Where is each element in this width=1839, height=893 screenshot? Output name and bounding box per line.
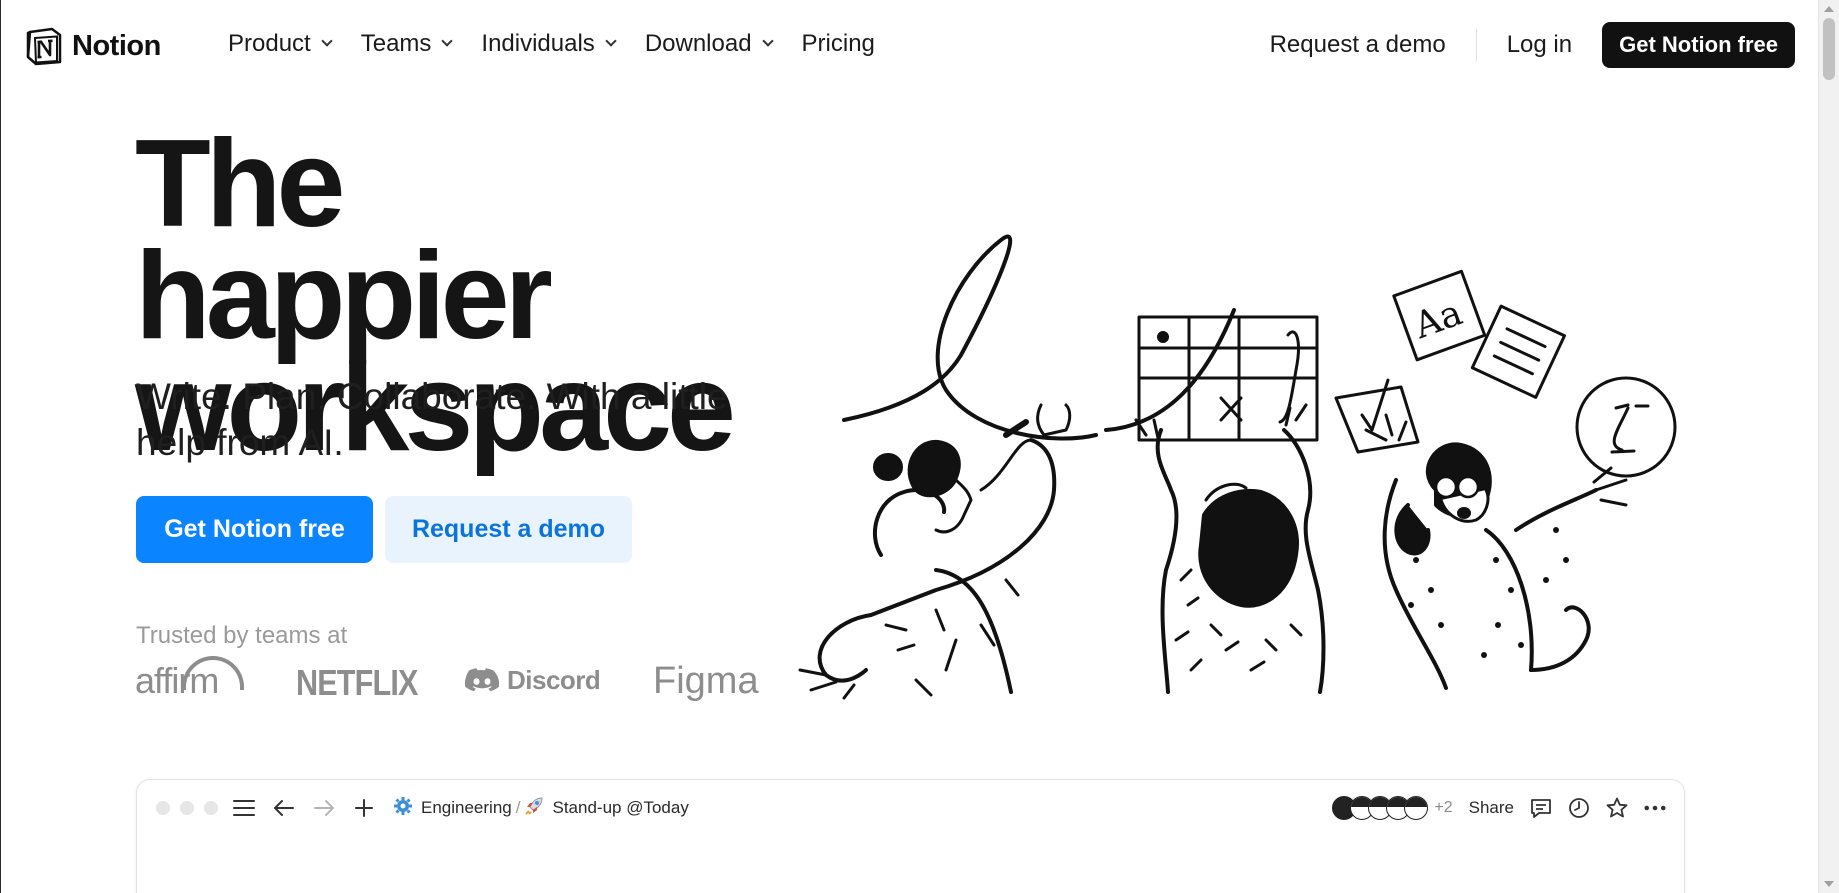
main-nav-links: Product Teams Individuals Download Prici… <box>228 30 905 58</box>
window-close-dot <box>156 801 170 815</box>
login-link[interactable]: Log in <box>1507 31 1572 59</box>
chevron-down-icon <box>441 35 454 47</box>
app-preview-window: Engineering / Stand-up @Today +2 Share <box>136 779 1685 893</box>
request-demo-link[interactable]: Request a demo <box>1270 31 1476 59</box>
trusted-by-label: Trusted by teams at <box>136 622 348 649</box>
nav-product[interactable]: Product <box>228 30 333 58</box>
notion-logo[interactable]: Notion <box>24 25 161 67</box>
discord-logo: Discord <box>465 665 601 696</box>
hero-illustration: Aa <box>796 230 1686 705</box>
page: Notion Product Teams Individuals Downloa… <box>0 0 1818 893</box>
face-circle-icon <box>1575 376 1677 478</box>
nav-individuals-label: Individuals <box>481 30 595 57</box>
more-options-icon[interactable] <box>1644 797 1666 819</box>
drawn-loop-line <box>842 234 1098 441</box>
get-notion-free-button[interactable]: Get Notion free <box>136 496 373 563</box>
get-notion-free-nav-button[interactable]: Get Notion free <box>1602 22 1795 68</box>
hero-title-line-1: The happier <box>135 115 553 365</box>
collaborator-avatars[interactable]: +2 <box>1332 796 1453 820</box>
nav-pricing-label: Pricing <box>801 30 875 57</box>
nav-pricing[interactable]: Pricing <box>802 30 875 58</box>
breadcrumb-separator: / <box>515 798 521 817</box>
scroll-down-arrow-icon[interactable] <box>1824 881 1834 887</box>
checkbox-card-icon <box>1334 378 1420 454</box>
person-middle-illustration <box>1134 403 1326 694</box>
page-scrollbar[interactable] <box>1818 0 1839 893</box>
gear-icon <box>393 796 413 821</box>
window-minimize-dot <box>180 801 194 815</box>
nav-individuals[interactable]: Individuals <box>481 30 617 58</box>
avatar <box>1404 796 1429 820</box>
nav-actions: Request a demo Log in Get Notion free <box>1270 22 1795 68</box>
font-card-icon: Aa <box>1392 269 1487 362</box>
nav-product-label: Product <box>228 30 311 57</box>
chevron-down-icon <box>761 35 774 47</box>
window-maximize-dot <box>204 801 218 815</box>
nav-teams-label: Teams <box>360 30 432 57</box>
notion-logo-icon <box>24 26 64 66</box>
breadcrumb-workspace[interactable]: Engineering <box>421 798 512 818</box>
clock-icon[interactable] <box>1568 797 1590 819</box>
request-demo-button[interactable]: Request a demo <box>385 496 632 563</box>
share-button[interactable]: Share <box>1469 798 1514 818</box>
sidebar-menu-icon[interactable] <box>233 797 255 819</box>
breadcrumb: Engineering / Stand-up @Today <box>393 796 689 821</box>
nav-download[interactable]: Download <box>644 30 774 58</box>
affirm-logo: affirm <box>135 656 244 702</box>
figma-logo: Figma <box>653 660 759 702</box>
person-left-illustration <box>798 403 1072 700</box>
chevron-down-icon <box>321 35 333 47</box>
hero-subtitle: Write. Plan. Collaborate. With a little … <box>136 376 728 463</box>
netflix-logo: NETFLIX <box>296 662 418 703</box>
rocket-icon <box>524 796 544 821</box>
customer-logos: affirm NETFLIX Discord Figma <box>135 656 759 710</box>
window-controls <box>156 801 218 815</box>
scroll-up-arrow-icon[interactable] <box>1824 6 1834 12</box>
discord-logo-text: Discord <box>507 665 601 695</box>
app-toolbar-actions: +2 Share <box>1332 792 1666 824</box>
nav-teams[interactable]: Teams <box>360 30 454 58</box>
chevron-down-icon <box>605 35 617 47</box>
list-card-icon <box>1470 304 1566 399</box>
nav-download-label: Download <box>644 30 752 57</box>
extra-collaborators-count: +2 <box>1434 799 1453 816</box>
scrollbar-thumb[interactable] <box>1823 18 1835 80</box>
plus-icon[interactable] <box>353 797 375 819</box>
grid-table-icon <box>1137 315 1319 442</box>
breadcrumb-page[interactable]: Stand-up @Today <box>552 798 688 818</box>
brand-name: Notion <box>72 29 161 62</box>
forward-arrow-icon[interactable] <box>313 797 335 819</box>
discord-icon <box>465 667 499 691</box>
app-toolbar: Engineering / Stand-up @Today <box>233 792 689 824</box>
back-arrow-icon[interactable] <box>273 797 295 819</box>
comment-icon[interactable] <box>1530 797 1552 819</box>
star-icon[interactable] <box>1606 797 1628 819</box>
top-nav: Notion Product Teams Individuals Downloa… <box>1 0 1818 92</box>
nav-divider <box>1475 29 1477 61</box>
svg-text:Aa: Aa <box>1408 292 1468 347</box>
